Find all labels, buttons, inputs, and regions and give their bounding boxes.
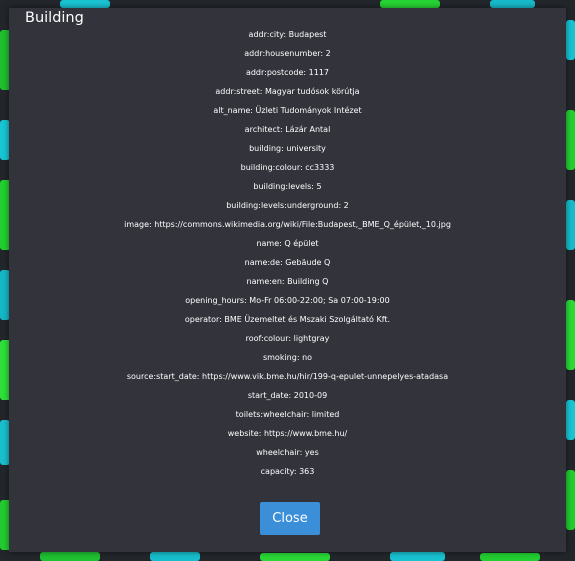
tag-line: wheelchair: yes xyxy=(256,448,319,457)
tag-line: building:levels:underground: 2 xyxy=(226,201,349,210)
map-building-shape xyxy=(480,553,540,561)
map-building-shape xyxy=(150,552,200,561)
map-building-shape xyxy=(566,300,575,370)
tag-line: addr:postcode: 1117 xyxy=(245,68,330,77)
building-info-dialog: Building addr:city: Budapest addr:housenu… xyxy=(9,8,566,552)
map-building-shape xyxy=(566,200,575,250)
map-building-shape xyxy=(260,553,330,561)
tag-line: opening_hours: Mo-Fr 06:00-22:00; Sa 07:… xyxy=(185,296,390,305)
tag-line: name:de: Gebäude Q xyxy=(244,258,331,267)
tag-line: operator: BME Üzemeltet és Mszaki Szolgá… xyxy=(184,315,391,324)
map-building-shape xyxy=(60,0,110,8)
tag-line: addr:housenumber: 2 xyxy=(244,49,331,58)
map-scene-background[interactable]: Building addr:city: Budapest addr:housenu… xyxy=(0,0,575,561)
tag-line: start_date: 2010-09 xyxy=(247,391,328,400)
close-button[interactable]: Close xyxy=(260,502,320,535)
tag-line: roof:colour: lightgray xyxy=(245,334,330,343)
tag-line: name: Q épület xyxy=(256,239,319,248)
tag-line: toilets:wheelchair: limited xyxy=(235,410,340,419)
tag-line: smoking: no xyxy=(262,353,313,362)
tag-line: addr:street: Magyar tudósok körútja xyxy=(215,87,360,96)
tag-line: building: university xyxy=(249,144,326,153)
tag-list: addr:city: Budapest addr:housenumber: 2 ad… xyxy=(9,25,566,481)
map-building-shape xyxy=(380,0,440,8)
tag-line: architect: Lázár Antal xyxy=(244,125,331,134)
tag-line: image: https://commons.wikimedia.org/wik… xyxy=(124,220,451,229)
map-building-shape xyxy=(40,552,100,561)
tag-line: addr:city: Budapest xyxy=(248,30,327,39)
map-building-shape xyxy=(566,110,575,170)
tag-line: building:colour: cc3333 xyxy=(240,163,335,172)
map-building-shape xyxy=(566,400,575,440)
tag-line: building:levels: 5 xyxy=(253,182,322,191)
map-building-shape xyxy=(490,0,535,8)
tag-line: name:en: Building Q xyxy=(246,277,329,286)
map-building-shape xyxy=(390,552,445,561)
tag-line: source:start_date: https://www.vik.bme.h… xyxy=(126,372,449,381)
map-building-shape xyxy=(566,470,575,530)
map-building-shape xyxy=(566,20,575,60)
tag-line: website: https://www.bme.hu/ xyxy=(227,429,348,438)
tag-line: alt_name: Üzleti Tudományok Intézet xyxy=(213,106,362,115)
tag-line: capacity: 363 xyxy=(260,467,315,476)
